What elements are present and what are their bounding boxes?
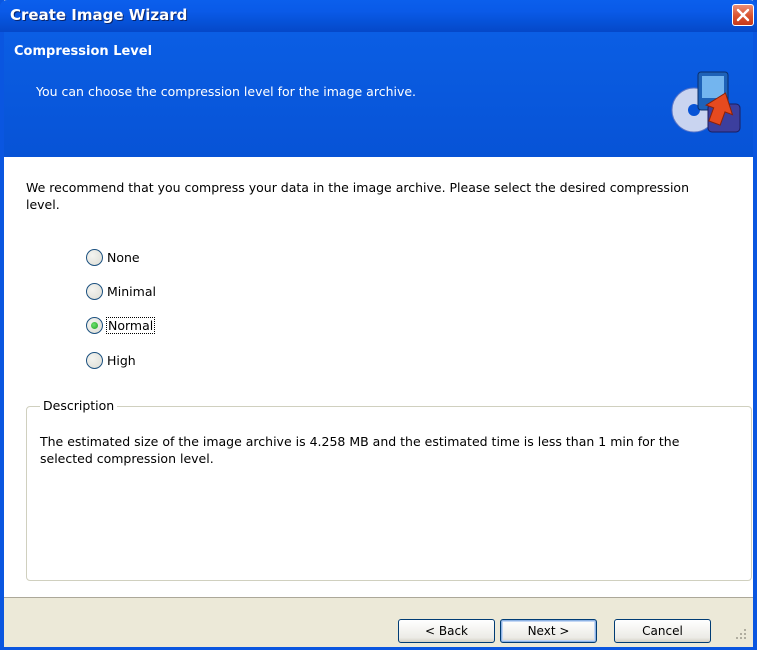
radio-minimal-label: Minimal [107, 283, 156, 299]
radio-high[interactable]: High [86, 350, 136, 370]
resize-grip-icon[interactable] [735, 628, 747, 640]
disk-image-icon [671, 71, 741, 133]
radio-none-button[interactable] [86, 248, 103, 266]
cancel-button[interactable]: Cancel [614, 619, 711, 643]
description-legend: Description [40, 398, 118, 413]
back-button[interactable]: < Back [398, 619, 495, 643]
page-subtitle: You can choose the compression level for… [36, 84, 417, 99]
radio-selected-dot [91, 321, 98, 329]
radio-normal[interactable]: Normal [86, 315, 156, 335]
wizard-window: Create Image Wizard Compression Level Yo… [0, 0, 757, 650]
close-button[interactable] [732, 4, 754, 26]
close-icon [736, 8, 750, 22]
window-title: Create Image Wizard [10, 6, 188, 24]
radio-none[interactable]: None [86, 247, 140, 267]
intro-text: We recommend that you compress your data… [26, 180, 689, 212]
page-title: Compression Level [14, 44, 153, 59]
radio-normal-button[interactable] [86, 316, 103, 334]
radio-high-button[interactable] [86, 351, 103, 369]
title-bar[interactable]: Create Image Wizard [0, 0, 757, 32]
radio-high-label: High [107, 352, 136, 368]
description-text: The estimated size of the image archive … [40, 434, 680, 466]
next-button[interactable]: Next > [500, 619, 597, 643]
radio-minimal[interactable]: Minimal [86, 281, 156, 301]
radio-minimal-button[interactable] [86, 282, 103, 300]
radio-none-label: None [107, 249, 140, 265]
radio-normal-label: Normal [105, 316, 156, 334]
